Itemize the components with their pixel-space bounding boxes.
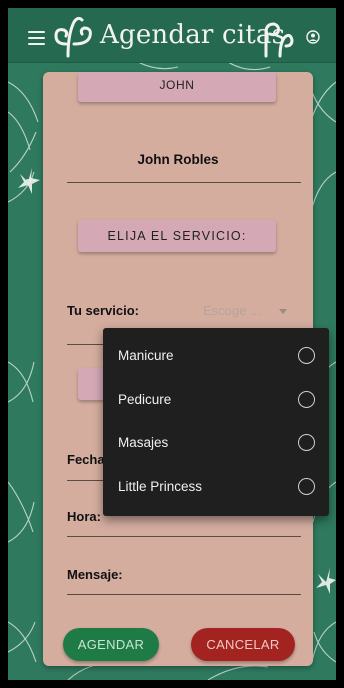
radio-unchecked-icon[interactable] [298,478,315,495]
option-masajes[interactable]: Masajes [103,421,329,465]
option-manicure[interactable]: Manicure [103,334,329,378]
swirl-ornament-right [264,22,294,58]
name-underline [67,182,301,183]
hamburger-menu-icon[interactable] [28,31,45,45]
time-label: Hora: [67,509,101,524]
account-circle-icon[interactable] [306,30,320,44]
time-underline [67,536,301,537]
option-label: Pedicure [118,392,172,407]
service-select[interactable]: Escoge ... [203,303,261,318]
message-label: Mensaje: [67,567,123,582]
radio-unchecked-icon[interactable] [298,391,315,408]
app-screen: Agendar citas JOHN John Robles ELIJA EL … [8,8,336,680]
app-header: Agendar citas [8,8,336,63]
option-label: Masajes [118,435,169,450]
option-label: Little Princess [118,479,203,494]
option-pedicure[interactable]: Pedicure [103,378,329,422]
message-underline [67,594,301,595]
date-label: Fecha [67,452,105,467]
option-label: Manicure [118,348,174,363]
full-name-text: John Robles [137,152,219,167]
choose-service-chip: ELIJA EL SERVICIO: [78,220,276,252]
radio-unchecked-icon[interactable] [298,434,315,451]
service-dropdown-menu: Manicure Pedicure Masajes Little Princes… [103,328,329,516]
agendar-button[interactable]: AGENDAR [63,628,159,661]
swirl-ornament-left [54,16,92,58]
dropdown-arrow-icon[interactable] [279,309,287,314]
service-label: Tu servicio: [67,303,140,318]
cancelar-button[interactable]: CANCELAR [191,628,295,661]
user-name-chip: JOHN [78,72,276,102]
option-little-princess[interactable]: Little Princess [103,465,329,509]
radio-unchecked-icon[interactable] [298,347,315,364]
